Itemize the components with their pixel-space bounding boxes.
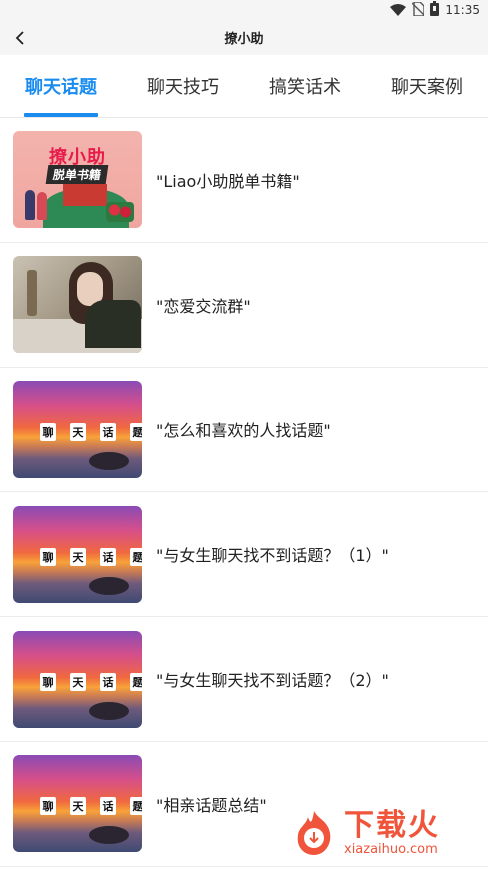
thumb-tag: 题 <box>130 422 142 441</box>
tab-chat-cases[interactable]: 聊天案例 <box>366 55 488 117</box>
book-cover-thumbnail: 撩小助 脱单书籍 <box>13 131 142 229</box>
thumb-tag: 天 <box>70 547 86 566</box>
watermark-name: 下载火 <box>344 808 440 843</box>
status-icons: 11:35 <box>390 0 480 20</box>
thumb-tag: 话 <box>100 672 116 691</box>
thumb-tag: 题 <box>130 672 142 691</box>
watermark-domain: xiazaihuo.com <box>344 842 438 857</box>
no-sim-icon <box>411 0 426 20</box>
page-title: 撩小助 <box>224 32 264 47</box>
thumb-tag: 天 <box>70 422 86 441</box>
thumb-tag: 话 <box>100 547 116 566</box>
sunset-thumbnail: 聊 天 话 题 <box>13 630 142 728</box>
thumb-subtitle: 脱单书籍 <box>45 165 109 185</box>
list-item-label: "相亲话题总结" <box>156 795 267 815</box>
tab-chat-topics[interactable]: 聊天话题 <box>0 55 122 117</box>
list-item[interactable]: 聊 天 话 题 "与女生聊天找不到话题？（1）" <box>0 492 488 618</box>
thumb-tag: 聊 <box>40 547 56 566</box>
thumb-tag: 天 <box>70 672 86 691</box>
sunset-thumbnail: 聊 天 话 题 <box>13 755 142 853</box>
list-item[interactable]: 聊 天 话 题 "怎么和喜欢的人找话题" <box>0 368 488 493</box>
list-item[interactable]: "恋爱交流群" <box>0 243 488 368</box>
thumb-tag: 题 <box>130 547 142 566</box>
thumb-tag: 话 <box>100 422 116 441</box>
thumb-tag: 题 <box>130 797 142 816</box>
tab-chat-skills[interactable]: 聊天技巧 <box>122 55 244 117</box>
list-item-label: "恋爱交流群" <box>156 296 251 316</box>
wifi-icon <box>390 1 407 20</box>
thumb-tag: 聊 <box>40 422 56 441</box>
flame-logo-icon <box>297 811 331 855</box>
list-item-label: "怎么和喜欢的人找话题" <box>156 421 331 441</box>
sunset-thumbnail: 聊 天 话 题 <box>13 505 142 603</box>
status-bar: 11:35 <box>0 0 488 20</box>
photo-thumbnail <box>13 256 142 354</box>
list-item-label: "与女生聊天找不到话题？（1）" <box>156 546 389 566</box>
tab-funny-lines[interactable]: 搞笑话术 <box>244 55 366 117</box>
title-bar: 撩小助 <box>0 20 488 55</box>
status-time: 11:35 <box>445 3 480 17</box>
battery-icon <box>430 0 440 20</box>
thumb-tag: 聊 <box>40 797 56 816</box>
thumb-tag: 天 <box>70 797 86 816</box>
topic-list: 撩小助 脱单书籍 "Liao小助脱单书籍" "恋爱交流群" 聊 天 话 题 "怎… <box>0 118 488 867</box>
thumb-tag: 话 <box>100 797 116 816</box>
chevron-left-icon <box>15 31 24 45</box>
list-item[interactable]: 撩小助 脱单书籍 "Liao小助脱单书籍" <box>0 118 488 243</box>
tab-bar: 聊天话题 聊天技巧 搞笑话术 聊天案例 <box>0 55 488 118</box>
list-item-label: "与女生聊天找不到话题？（2）" <box>156 671 389 691</box>
list-item-label: "Liao小助脱单书籍" <box>156 171 300 191</box>
back-button[interactable] <box>8 26 32 50</box>
watermark: 下载火 xiazaihuo.com <box>288 803 486 863</box>
list-item[interactable]: 聊 天 话 题 "与女生聊天找不到话题？（2）" <box>0 617 488 742</box>
thumb-tag: 聊 <box>40 672 56 691</box>
sunset-thumbnail: 聊 天 话 题 <box>13 380 142 478</box>
